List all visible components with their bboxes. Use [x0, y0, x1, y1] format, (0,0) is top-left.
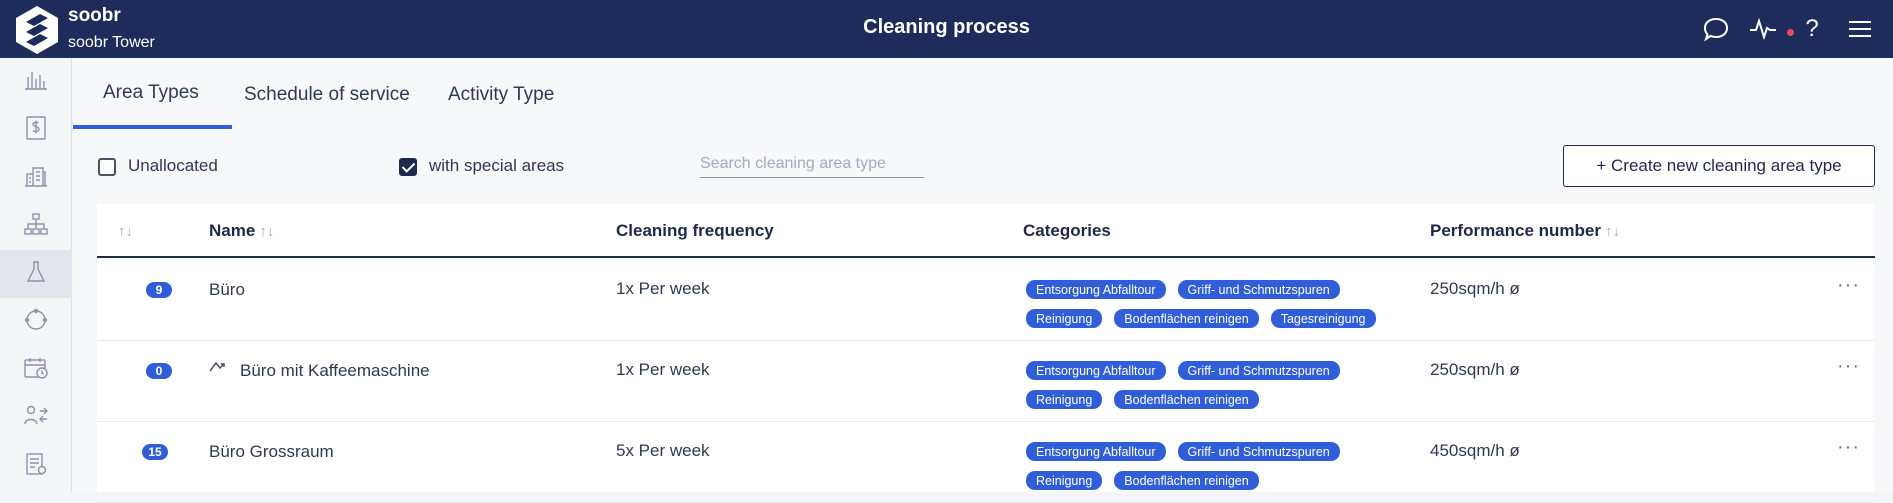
- sidebar-item-cycle[interactable]: [0, 298, 72, 346]
- count-sort-icon[interactable]: ↑↓: [114, 221, 133, 241]
- special-area-icon: [209, 359, 231, 380]
- row-more-icon[interactable]: ···: [1837, 436, 1860, 459]
- help-icon[interactable]: ?: [1797, 14, 1827, 44]
- category-chip: Tagesreinigung: [1270, 309, 1376, 328]
- category-chip: Griff- und Schmutzspuren: [1177, 280, 1340, 299]
- categories-list: Entsorgung Abfalltour Griff- und Schmutz…: [1026, 442, 1426, 490]
- page-title: Cleaning process: [863, 16, 1030, 38]
- category-chip: Entsorgung Abfalltour: [1026, 280, 1166, 299]
- activity-icon[interactable]: [1748, 14, 1778, 44]
- category-chip: Bodenflächen reinigen: [1114, 471, 1259, 490]
- building-name[interactable]: soobr Tower: [68, 34, 155, 52]
- special-areas-label[interactable]: with special areas: [429, 156, 564, 176]
- performance-number: 250sqm/h ø: [1430, 360, 1520, 379]
- sidebar-item-buildings[interactable]: [0, 154, 72, 202]
- menu-icon[interactable]: [1845, 14, 1875, 44]
- category-chip: Entsorgung Abfalltour: [1026, 442, 1166, 461]
- tab-area-types[interactable]: Area Types: [103, 82, 199, 104]
- row-more-icon[interactable]: ···: [1837, 355, 1860, 378]
- category-chip: Griff- und Schmutzspuren: [1177, 361, 1340, 380]
- table-row[interactable]: 0 Büro mit Kaffeemaschine 1x Per week En…: [97, 341, 1875, 422]
- invoice-dollar-icon: [25, 115, 47, 146]
- soobr-logo-icon[interactable]: [14, 4, 60, 54]
- category-chip: Bodenflächen reinigen: [1114, 390, 1259, 409]
- column-performance[interactable]: Performance number ↑↓: [1430, 221, 1620, 241]
- top-bar: soobr soobr Tower Cleaning process ?: [0, 0, 1893, 58]
- create-area-type-button[interactable]: + Create new cleaning area type: [1563, 145, 1875, 187]
- table-header: ↑↓ Name ↑↓ Cleaning frequency Categories …: [97, 204, 1875, 258]
- category-chip: Reinigung: [1026, 309, 1103, 328]
- sidebar-item-dashboard[interactable]: [0, 58, 72, 106]
- column-frequency: Cleaning frequency: [616, 221, 774, 240]
- cleaning-frequency: 5x Per week: [616, 441, 710, 460]
- category-chip: Griff- und Schmutzspuren: [1177, 442, 1340, 461]
- notification-dot: [1787, 29, 1794, 36]
- tab-activity-type[interactable]: Activity Type: [448, 84, 554, 106]
- unallocated-checkbox[interactable]: [98, 158, 116, 176]
- sidebar-item-staff[interactable]: [0, 394, 72, 442]
- users-swap-icon: [23, 404, 49, 433]
- cleaning-frequency: 1x Per week: [616, 360, 710, 379]
- tab-schedule-of-service[interactable]: Schedule of service: [244, 84, 410, 106]
- flask-icon: [25, 260, 47, 289]
- count-badge: 15: [142, 444, 168, 460]
- area-types-table: ↑↓ Name ↑↓ Cleaning frequency Categories …: [97, 204, 1875, 503]
- column-name-label: Name: [209, 221, 256, 240]
- performance-number: 250sqm/h ø: [1430, 279, 1520, 298]
- cycle-icon: [24, 308, 48, 337]
- category-chip: Bodenflächen reinigen: [1114, 309, 1259, 328]
- table-row[interactable]: 15 Büro Grossraum 5x Per week Entsorgung…: [97, 422, 1875, 503]
- active-tab-indicator: [73, 125, 232, 129]
- sidebar-item-billing[interactable]: [0, 106, 72, 154]
- row-more-icon[interactable]: ···: [1837, 274, 1860, 297]
- area-type-name[interactable]: Büro Grossraum: [209, 442, 334, 462]
- column-name[interactable]: Name ↑↓: [209, 221, 274, 241]
- chat-icon[interactable]: [1701, 14, 1731, 44]
- bar-chart-icon: [23, 69, 49, 96]
- category-chip: Entsorgung Abfalltour: [1026, 361, 1166, 380]
- special-areas-checkbox[interactable]: [399, 158, 417, 176]
- count-badge: 9: [146, 282, 172, 298]
- column-categories: Categories: [1023, 221, 1111, 240]
- categories-list: Entsorgung Abfalltour Griff- und Schmutz…: [1026, 280, 1426, 328]
- sidebar-item-cleaning-process[interactable]: [0, 250, 72, 298]
- calendar-clock-icon: [23, 356, 49, 385]
- count-badge: 0: [146, 363, 172, 379]
- sidebar: [0, 58, 72, 492]
- buildings-icon: [23, 164, 49, 193]
- org-tree-icon: [23, 212, 49, 241]
- table-row[interactable]: 9 Büro 1x Per week Entsorgung Abfalltour…: [97, 260, 1875, 341]
- area-type-name[interactable]: Büro: [209, 280, 245, 300]
- performance-number: 450sqm/h ø: [1430, 441, 1520, 460]
- document-list-icon: [24, 452, 48, 481]
- column-performance-label: Performance number: [1430, 221, 1601, 240]
- sidebar-item-structure[interactable]: [0, 202, 72, 250]
- cleaning-frequency: 1x Per week: [616, 279, 710, 298]
- sort-icon[interactable]: ↑↓: [259, 223, 274, 240]
- sidebar-item-planning[interactable]: [0, 346, 72, 394]
- unallocated-label[interactable]: Unallocated: [128, 156, 218, 176]
- brand-name: soobr: [68, 5, 121, 26]
- search-input[interactable]: [700, 150, 924, 178]
- sidebar-item-reports[interactable]: [0, 442, 72, 490]
- categories-list: Entsorgung Abfalltour Griff- und Schmutz…: [1026, 361, 1426, 409]
- category-chip: Reinigung: [1026, 390, 1103, 409]
- sort-icon[interactable]: ↑↓: [1605, 223, 1620, 240]
- tab-bar: Area Types Schedule of service Activity …: [73, 58, 1893, 130]
- area-type-name[interactable]: Büro mit Kaffeemaschine: [240, 361, 430, 381]
- category-chip: Reinigung: [1026, 471, 1103, 490]
